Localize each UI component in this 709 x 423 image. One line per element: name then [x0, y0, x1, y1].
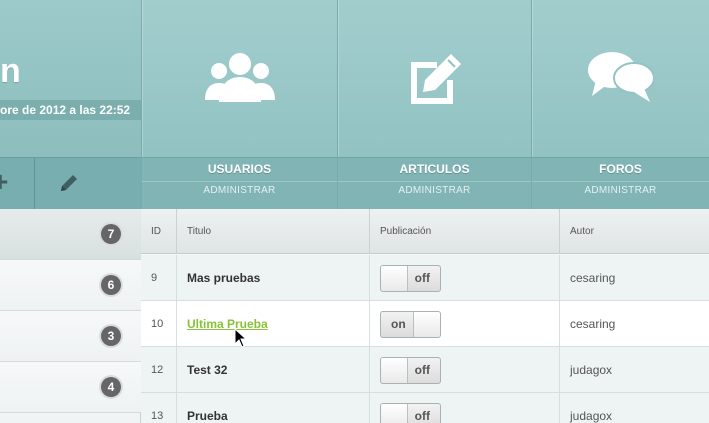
table-header: ID Titulo Publicación Autor — [141, 209, 709, 254]
tile-usuarios[interactable]: USUARIOS ADMINISTRAR — [141, 0, 337, 209]
tile-articulos-title[interactable]: ARTICULOS — [338, 162, 531, 176]
toggle-knob — [413, 312, 440, 337]
tile-articulos-subtitle[interactable]: ADMINISTRAR — [338, 185, 531, 196]
toggle-knob — [381, 404, 408, 423]
publish-toggle[interactable]: off — [380, 403, 441, 423]
count-badge: 7 — [101, 224, 121, 244]
cell-author: judagox — [570, 363, 613, 377]
publish-toggle[interactable]: off — [380, 265, 441, 292]
brand-panel: n ore de 2012 a las 22:52 — [0, 0, 141, 157]
count-badge: 4 — [101, 377, 121, 397]
tile-usuarios-title[interactable]: USUARIOS — [142, 162, 337, 176]
mouse-cursor-icon — [234, 327, 248, 353]
toggle-knob — [381, 358, 408, 383]
cell-id: 12 — [141, 347, 177, 393]
count-badge: 3 — [101, 326, 121, 346]
chat-icon — [587, 50, 655, 109]
sidebar-item[interactable]: 4 — [0, 362, 141, 413]
count-badge: 6 — [101, 275, 121, 295]
tile-articulos[interactable]: ARTICULOS ADMINISTRAR — [337, 0, 531, 209]
cell-author: cesaring — [570, 317, 616, 331]
column-header-title[interactable]: Titulo — [177, 209, 370, 254]
cell-id: 13 — [141, 393, 177, 423]
edit-icon — [407, 52, 463, 113]
cell-title[interactable]: Mas pruebas — [177, 255, 370, 301]
cell-publication: off — [370, 347, 560, 393]
cell-publication: off — [370, 393, 560, 423]
cell-publication: off — [370, 255, 560, 301]
articles-table: ID Titulo Publicación Autor 9 Mas prueba… — [141, 209, 709, 423]
cell-id: 9 — [141, 255, 177, 301]
cell-title[interactable]: Test 32 — [177, 347, 370, 393]
toolbar-divider — [34, 158, 35, 210]
tile-foros-subtitle[interactable]: ADMINISTRAR — [532, 185, 709, 196]
sidebar-item[interactable]: 6 — [0, 260, 141, 311]
cell-publication: on — [370, 301, 560, 347]
tile-divider — [338, 181, 531, 182]
tile-foros[interactable]: FOROS ADMINISTRAR — [531, 0, 709, 209]
table-row: 9 Mas pruebas off cesaring — [141, 255, 709, 301]
cell-title[interactable]: Prueba — [177, 393, 370, 423]
column-header-publication[interactable]: Publicación — [370, 209, 560, 254]
toggle-state: off — [414, 363, 430, 377]
table-row: 12 Test 32 off judagox — [141, 347, 709, 393]
top-header: n ore de 2012 a las 22:52 USUARIOS ADMIN… — [0, 0, 709, 210]
tile-divider — [532, 181, 709, 182]
toggle-state: off — [414, 409, 430, 423]
last-login-date: ore de 2012 a las 22:52 — [0, 100, 141, 120]
brand-title: n — [0, 52, 21, 90]
table-row: 10 Ultima Prueba on cesaring — [141, 301, 709, 347]
cell-author: cesaring — [570, 271, 616, 285]
sidebar-item[interactable]: 7 — [0, 209, 141, 260]
publish-toggle[interactable]: off — [380, 357, 441, 384]
cell-title-link[interactable]: Ultima Prueba — [177, 301, 370, 347]
plus-icon[interactable]: + — [0, 168, 8, 196]
cell-author: judagox — [570, 409, 613, 423]
table-row: 13 Prueba off judagox — [141, 393, 709, 423]
sidebar: 7 6 3 4 — [0, 209, 141, 423]
column-header-author[interactable]: Autor — [560, 209, 709, 254]
toggle-knob — [381, 266, 408, 291]
column-header-id[interactable]: ID — [141, 209, 177, 254]
toggle-state: off — [414, 271, 430, 285]
pencil-icon[interactable] — [58, 172, 80, 199]
toggle-state: on — [391, 317, 406, 331]
tile-foros-title[interactable]: FOROS — [532, 162, 709, 176]
users-icon — [204, 50, 275, 109]
sidebar-item[interactable]: 3 — [0, 311, 141, 362]
tile-divider — [142, 181, 337, 182]
publish-toggle[interactable]: on — [380, 311, 441, 338]
tile-usuarios-subtitle[interactable]: ADMINISTRAR — [142, 185, 337, 196]
cell-id: 10 — [141, 301, 177, 347]
